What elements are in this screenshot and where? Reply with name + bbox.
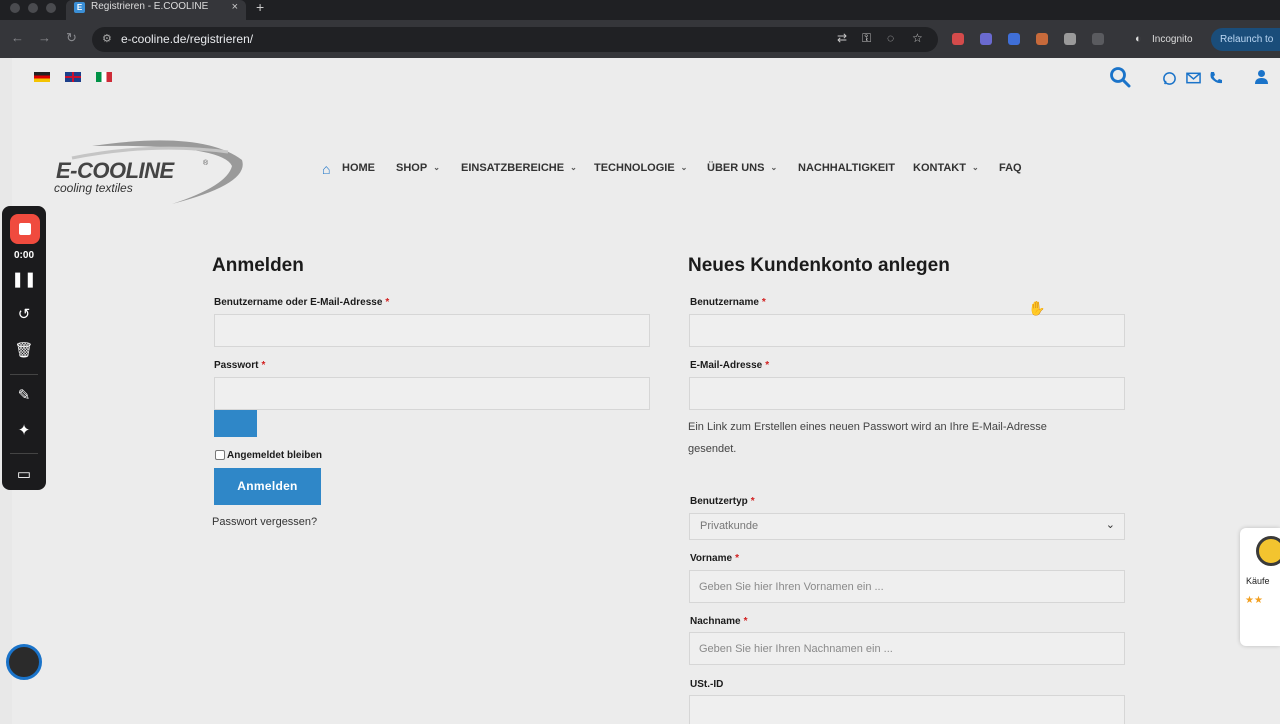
flag-it-icon[interactable] [96,72,112,82]
nav-item-nachhaltigkeit[interactable]: NACHHALTIGKEIT [798,162,895,174]
recorder-divider [10,374,38,375]
extension-orange-icon[interactable] [1036,33,1048,45]
home-icon[interactable]: ⌂ [322,161,330,177]
nav-item-kontakt[interactable]: KONTAKT ⌄ [913,162,979,174]
key-icon[interactable]: ⚿ [862,31,871,46]
trust-badge-text: Käufe [1246,576,1270,586]
whatsapp-icon[interactable] [1162,71,1177,86]
new-tab-icon[interactable]: + [256,0,264,15]
vat-id-label: USt.-ID [690,679,724,690]
trust-seal-icon [1256,536,1280,566]
usertype-selected-value: Privatkunde [700,520,759,532]
chevron-down-icon: ⌄ [570,163,577,172]
usertype-select[interactable]: Privatkunde ⌄ [689,513,1125,540]
back-icon[interactable]: ← [11,30,24,45]
lost-password-link[interactable]: Passwort vergessen? [212,516,317,528]
search-icon[interactable] [1109,66,1131,88]
logo-subtitle: cooling textiles [54,181,133,195]
forward-icon[interactable]: → [38,30,51,45]
register-title: Neues Kundenkonto anlegen [688,255,950,276]
login-username-input[interactable] [214,314,650,347]
login-username-label: Benutzername oder E-Mail-Adresse * [214,297,390,308]
user-account-icon[interactable] [1254,69,1269,85]
tab-title: Registrieren - E.COOLINE - K [91,1,209,12]
translate-icon[interactable]: ⇄ [837,31,847,45]
site-info-icon[interactable]: ⚙ [102,32,112,45]
logo-registered-mark: ® [203,160,209,167]
remember-me-checkbox[interactable] [215,450,225,460]
hand-cursor-icon: ✋ [1028,300,1046,316]
lastname-label: Nachname * [690,616,748,627]
url-text[interactable]: e-cooline.de/registrieren/ [121,32,253,46]
extension-blue-icon[interactable] [1008,33,1020,45]
remember-me-label: Angemeldet bleiben [227,450,323,461]
nav-item-shop[interactable]: SHOP ⌄ [396,162,440,174]
reload-icon[interactable]: ↻ [66,30,77,46]
pen-icon[interactable]: ✎ [2,386,46,404]
tab-favicon-icon: E [74,2,85,13]
chevron-down-icon: ⌄ [770,163,778,172]
phone-icon[interactable] [1208,70,1224,86]
chevron-down-icon: ⌄ [1105,519,1115,531]
extension-grey-icon[interactable] [1064,33,1076,45]
flag-de-icon[interactable] [34,72,50,82]
login-password-label: Passwort * [214,360,266,371]
extensions-puzzle-icon[interactable] [1092,33,1104,45]
nav-item-ueber-uns[interactable]: ÜBER UNS ⌄ [707,162,777,174]
eye-off-icon[interactable]: ◌ [887,31,894,45]
recording-timer: 0:00 [13,250,34,261]
login-title: Anmelden [212,255,304,276]
firstname-input[interactable] [689,570,1125,603]
browser-toolbar: ← → ↻ ⚙ e-cooline.de/registrieren/ ⇄ ⚿ ◌… [0,20,1280,58]
effects-icon[interactable]: ✦ [2,421,46,439]
usertype-label: Benutzertyp * [690,496,755,507]
register-email-label: E-Mail-Adresse * [690,360,770,371]
chevron-down-icon: ⌄ [433,163,440,172]
tab-close-icon[interactable]: × [232,0,238,14]
window-close-dot[interactable] [10,3,20,13]
chevron-down-icon: ⌄ [971,163,979,172]
trash-icon[interactable]: 🗑 [2,341,46,359]
chevron-down-icon: ⌄ [680,163,688,172]
window-minimize-dot[interactable] [28,3,38,13]
browser-tab-bar: E Registrieren - E.COOLINE - K × + [0,0,1280,20]
bookmark-star-icon[interactable]: ☆ [912,31,923,45]
flag-en-icon[interactable] [65,72,81,82]
trust-badge[interactable]: Käufe ★★ [1240,528,1280,646]
nav-item-home[interactable]: HOME [342,162,375,174]
nav-item-faq[interactable]: FAQ [999,162,1022,174]
incognito-indicator[interactable]: ◐ Incognito [1128,28,1203,51]
nav-item-technologie[interactable]: TECHNOLOGIE ⌄ [594,162,687,174]
mail-icon[interactable] [1186,72,1201,84]
screen-recorder-panel: 0:00 ❚❚ ↺ 🗑 ✎ ✦ ▭ [2,206,46,490]
register-email-input[interactable] [689,377,1125,410]
password-toggle-button[interactable] [214,410,257,437]
recorder-divider [10,453,38,454]
login-submit-button[interactable]: Anmelden [214,468,321,505]
camera-icon[interactable]: ▭ [2,465,46,483]
chat-launcher-icon[interactable] [6,644,42,680]
address-bar[interactable]: ⚙ e-cooline.de/registrieren/ ⇄ ⚿ ◌ ☆ [92,27,938,52]
trust-stars: ★★ [1245,595,1263,606]
register-info-text: Ein Link zum Erstellen eines neuen Passw… [688,421,1047,455]
relaunch-button[interactable]: Relaunch to [1211,28,1280,51]
restart-icon[interactable]: ↺ [2,305,46,323]
browser-tab[interactable]: E Registrieren - E.COOLINE - K × [66,0,246,20]
web-page: E-COOLINE ® cooling textiles ⌂ HOME SHOP… [12,58,1280,724]
vat-id-input[interactable] [689,695,1125,724]
site-logo[interactable]: E-COOLINE ® cooling textiles [52,134,252,210]
window-maximize-dot[interactable] [46,3,56,13]
nav-item-einsatzbereiche[interactable]: EINSATZBEREICHE ⌄ [461,162,577,174]
login-password-input[interactable] [214,377,650,410]
pause-icon[interactable]: ❚❚ [2,270,46,288]
incognito-icon: ◐ [1135,33,1142,45]
register-username-input[interactable] [689,314,1125,347]
lastname-input[interactable] [689,632,1125,665]
firstname-label: Vorname * [690,553,739,564]
extension-feather-icon[interactable] [980,33,992,45]
record-stop-button[interactable] [10,214,40,244]
extension-red-icon[interactable] [952,33,964,45]
register-username-label: Benutzername * [690,297,766,308]
incognito-label: Incognito [1152,34,1193,45]
